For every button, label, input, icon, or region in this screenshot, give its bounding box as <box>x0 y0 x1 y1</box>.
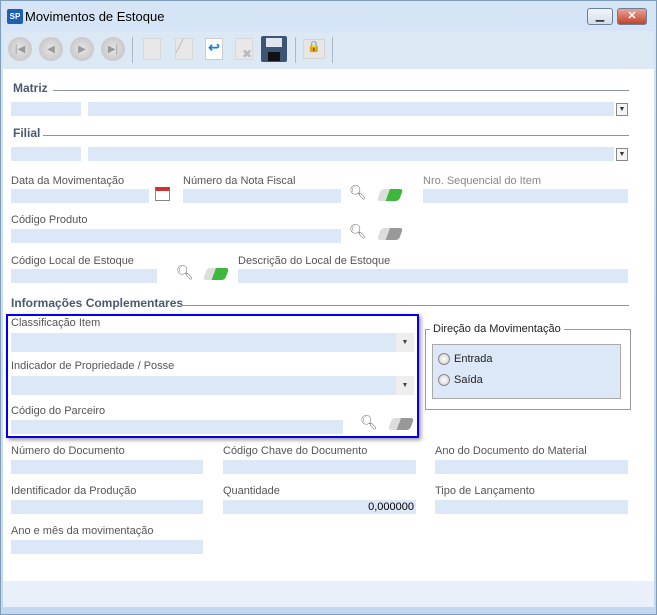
toolbar-separator <box>332 37 333 63</box>
eraser-icon[interactable] <box>202 268 230 280</box>
lock-icon: 🔒 <box>303 39 325 59</box>
tipo-lancamento-input[interactable] <box>435 500 628 514</box>
search-icon[interactable]: 🔍︎ <box>360 414 378 431</box>
undo-icon: ↩ <box>205 38 223 60</box>
indicador-select[interactable] <box>11 376 396 395</box>
first-record-icon: |◀ <box>8 37 32 61</box>
previous-record-icon: ◀ <box>39 37 63 61</box>
status-bar <box>3 581 654 607</box>
delete-icon: ✖ <box>235 38 253 61</box>
section-filial: Filial <box>13 126 41 140</box>
codigo-local-label: Código Local de Estoque <box>11 255 134 267</box>
nota-fiscal-input[interactable] <box>183 189 341 203</box>
divider <box>181 305 629 306</box>
app-logo: SP <box>7 9 23 24</box>
last-record-button[interactable]: ▶| <box>100 36 126 62</box>
radio-saida[interactable]: Saída <box>438 374 483 386</box>
identificador-producao-input[interactable] <box>11 500 203 514</box>
undo-button[interactable]: ↩ <box>201 36 227 62</box>
codigo-parceiro-input[interactable] <box>11 420 343 434</box>
radio-icon <box>438 374 450 386</box>
search-icon[interactable]: 🔍︎ <box>349 184 367 201</box>
chevron-down-icon[interactable]: ▼ <box>616 148 628 161</box>
classificacao-select-fill <box>316 333 396 352</box>
matriz-code-input[interactable] <box>11 102 81 116</box>
edit-icon: ╱ <box>175 38 193 60</box>
window: SP Movimentos de Estoque ▁ ✕ |◀ ◀ ▶ ▶| ╱… <box>0 0 657 615</box>
codigo-parceiro-label: Código do Parceiro <box>11 405 106 417</box>
direcao-title: Direção da Movimentação <box>430 323 564 335</box>
filial-code-input[interactable] <box>11 147 81 161</box>
divider <box>43 135 629 136</box>
save-icon <box>261 36 287 62</box>
indicador-label: Indicador de Propriedade / Posse <box>11 360 175 372</box>
edit-button[interactable]: ╱ <box>171 36 197 62</box>
radio-label: Entrada <box>454 353 493 365</box>
matriz-select[interactable] <box>88 102 614 116</box>
radio-entrada[interactable]: Entrada <box>438 353 493 365</box>
toolbar-separator <box>132 37 133 63</box>
ano-mes-input[interactable] <box>11 540 203 554</box>
next-record-button[interactable]: ▶ <box>69 36 95 62</box>
identificador-producao-label: Identificador da Produção <box>11 485 137 497</box>
nota-fiscal-label: Número da Nota Fiscal <box>183 175 296 187</box>
descricao-local-label: Descrição do Local de Estoque <box>238 255 391 267</box>
chevron-down-icon[interactable]: ▼ <box>616 103 628 116</box>
window-title: Movimentos de Estoque <box>25 9 165 24</box>
section-informacoes: Informações Complementares <box>11 296 184 310</box>
tipo-lancamento-label: Tipo de Lançamento <box>435 485 535 497</box>
save-button[interactable] <box>261 36 287 62</box>
lock-button[interactable]: 🔒 <box>301 36 327 62</box>
radio-icon <box>438 353 450 365</box>
delete-button[interactable]: ✖ <box>231 36 257 62</box>
minimize-button[interactable]: ▁ <box>587 8 613 25</box>
codigo-produto-label: Código Produto <box>11 214 88 226</box>
calendar-icon[interactable] <box>155 187 170 201</box>
quantidade-input[interactable]: 0,000000 <box>223 500 416 514</box>
search-icon[interactable]: 🔍︎ <box>349 223 367 240</box>
classificacao-label: Classificação Item <box>11 317 101 329</box>
next-record-icon: ▶ <box>70 37 94 61</box>
radio-label: Saída <box>454 374 483 386</box>
toolbar-separator <box>295 37 296 63</box>
new-icon <box>143 38 161 60</box>
section-matriz: Matriz <box>13 81 48 95</box>
new-button[interactable] <box>139 36 165 62</box>
quantidade-label: Quantidade <box>223 485 280 497</box>
search-icon[interactable]: 🔍︎ <box>176 264 194 281</box>
ano-documento-label: Ano do Documento do Material <box>435 445 587 457</box>
divider <box>53 90 629 91</box>
chevron-down-icon[interactable]: ▼ <box>396 376 414 395</box>
data-movimentacao-label: Data da Movimentação <box>11 175 125 187</box>
codigo-chave-label: Código Chave do Documento <box>223 445 368 457</box>
ano-mes-label: Ano e mês da movimentação <box>11 525 154 537</box>
chevron-down-icon[interactable]: ▼ <box>396 333 414 352</box>
previous-record-button[interactable]: ◀ <box>38 36 64 62</box>
numero-documento-input[interactable] <box>11 460 203 474</box>
eraser-icon[interactable] <box>376 189 404 201</box>
close-button[interactable]: ✕ <box>617 8 647 25</box>
last-record-icon: ▶| <box>101 37 125 61</box>
eraser-icon[interactable] <box>387 418 415 430</box>
descricao-local-input[interactable] <box>238 269 628 283</box>
numero-documento-label: Número do Documento <box>11 445 125 457</box>
classificacao-select[interactable] <box>11 333 316 352</box>
eraser-icon[interactable] <box>376 228 404 240</box>
ano-documento-input[interactable] <box>435 460 628 474</box>
nro-sequencial-input[interactable] <box>423 189 628 203</box>
data-movimentacao-input[interactable] <box>11 189 149 203</box>
codigo-local-input[interactable] <box>11 269 157 283</box>
first-record-button[interactable]: |◀ <box>7 36 33 62</box>
nro-sequencial-label: Nro. Sequencial do Item <box>423 175 542 187</box>
codigo-produto-input[interactable] <box>11 229 341 243</box>
codigo-chave-input[interactable] <box>223 460 416 474</box>
filial-select[interactable] <box>88 147 614 161</box>
